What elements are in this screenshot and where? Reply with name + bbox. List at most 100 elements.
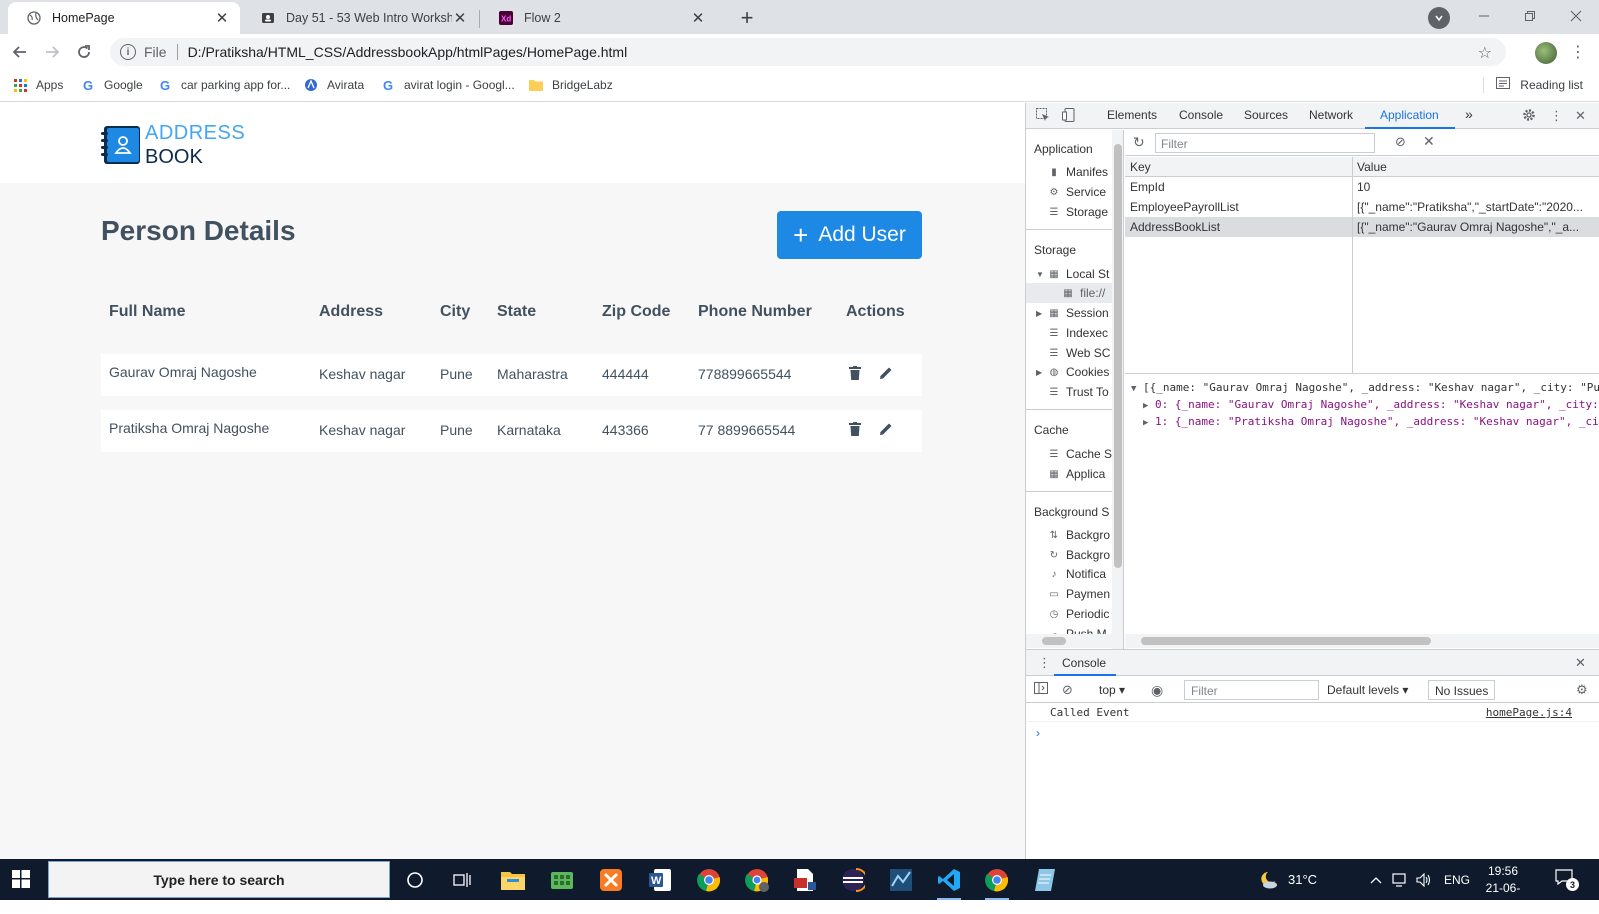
inspect-element-icon[interactable] — [1036, 108, 1050, 122]
action-center-icon[interactable]: 3 — [1555, 869, 1579, 891]
tab-homepage[interactable]: HomePage ✕ — [8, 2, 240, 34]
expanded-caret-icon[interactable]: ▼ — [1131, 384, 1136, 394]
windows-start-icon[interactable] — [12, 870, 30, 888]
notepad-icon[interactable] — [1030, 865, 1060, 895]
address-bar[interactable]: i File D:/Pratiksha/HTML_CSS/Addressbook… — [110, 38, 1506, 66]
device-toolbar-icon[interactable] — [1062, 108, 1076, 122]
log-levels-dropdown[interactable]: Default levels ▾ — [1327, 683, 1408, 697]
tab-web-intro-workshop[interactable]: Day 51 - 53 Web Intro Workshop ✕ — [242, 2, 478, 34]
expanded-caret-icon[interactable]: ▼ — [1036, 270, 1044, 279]
url-text[interactable]: D:/Pratiksha/HTML_CSS/AddressbookApp/htm… — [188, 44, 628, 60]
reload-icon[interactable] — [70, 38, 98, 66]
new-tab-button[interactable]: + — [733, 4, 761, 32]
preview-item[interactable]: ▶ 1: {_name: "Pratiksha Omraj Nagoshe", … — [1131, 414, 1599, 431]
console-settings-gear-icon[interactable]: ⚙ — [1576, 682, 1588, 698]
delete-icon[interactable] — [846, 364, 864, 382]
sidebar-item-periodic-sync[interactable]: ◷ Periodic — [1048, 607, 1110, 621]
sidebar-item-cookies[interactable]: ▶ ◍ Cookies — [1036, 365, 1109, 379]
storage-filter-input[interactable]: Filter — [1155, 133, 1375, 153]
devtools-tab-elements[interactable]: Elements — [1107, 108, 1157, 122]
chrome-icon[interactable] — [694, 865, 724, 895]
bookmark-car-parking[interactable]: G car parking app for... — [157, 77, 290, 93]
sidebar-item-trust-tokens[interactable]: ☰ Trust To — [1048, 385, 1109, 399]
log-source-link[interactable]: homePage.js:4 — [1486, 706, 1572, 719]
close-drawer-icon[interactable]: ✕ — [1575, 655, 1586, 671]
bookmark-apps[interactable]: Apps — [12, 77, 63, 93]
bookmark-google[interactable]: G Google — [80, 77, 143, 93]
show-hidden-icons-icon[interactable] — [1370, 876, 1382, 884]
sidebar-item-session-storage[interactable]: ▶ ▦ Session — [1036, 306, 1109, 320]
clear-all-icon[interactable]: ⊘ — [1395, 134, 1406, 150]
sidebar-item-manifest[interactable]: ▮ Manifes — [1048, 165, 1108, 179]
storage-row[interactable]: EmpId 10 — [1125, 177, 1599, 197]
sidebar-item-web-sql[interactable]: ☰ Web SC — [1048, 346, 1111, 360]
devtools-tab-sources[interactable]: Sources — [1244, 108, 1288, 122]
file-explorer-icon[interactable] — [498, 865, 528, 895]
bookmark-bridgelabz[interactable]: BridgeLabz — [528, 77, 613, 93]
weather-widget[interactable]: 31°C — [1258, 859, 1317, 900]
sidebar-item-local-storage[interactable]: ▼ ▦ Local St — [1036, 267, 1109, 281]
sidebar-item-cache-storage[interactable]: ☰ Cache S — [1048, 447, 1113, 461]
site-info-icon[interactable]: i — [120, 44, 136, 60]
preview-root[interactable]: ▼ [{_name: "Gaurav Omraj Nagoshe", _addr… — [1131, 380, 1599, 397]
restore-icon[interactable] — [1507, 0, 1553, 32]
console-prompt[interactable]: › — [1036, 726, 1040, 740]
close-tab-icon[interactable]: ✕ — [690, 10, 706, 27]
sidebar-item-background-sync[interactable]: ↻ Backgro — [1048, 548, 1110, 562]
bookmark-avirat-login[interactable]: G avirat login - Googl... — [380, 77, 515, 93]
reading-list-button[interactable]: Reading list — [1483, 77, 1583, 93]
file-icon[interactable] — [790, 865, 820, 895]
sidebar-item-storage-overview[interactable]: ☰ Storage — [1048, 205, 1109, 219]
sidebar-hscroll-thumb[interactable] — [1042, 637, 1066, 645]
storage-row[interactable]: EmployeePayrollList [{"_name":"Pratiksha… — [1125, 197, 1599, 217]
devtools-menu-icon[interactable]: ⋮ — [1550, 108, 1563, 124]
chrome-active-icon[interactable] — [982, 865, 1012, 900]
close-tab-icon[interactable]: ✕ — [214, 10, 230, 27]
profile-avatar[interactable] — [1535, 42, 1557, 64]
sidebar-item-payment-handler[interactable]: ▭ Paymen — [1048, 587, 1110, 601]
edit-pencil-icon[interactable] — [877, 420, 895, 438]
drawer-menu-icon[interactable]: ⋮ — [1038, 655, 1051, 671]
drawer-tab-console[interactable]: Console — [1062, 656, 1106, 670]
minimize-icon[interactable] — [1461, 0, 1507, 32]
back-arrow-icon[interactable] — [6, 38, 34, 66]
task-view-icon[interactable] — [447, 865, 477, 895]
sidebar-item-notifications[interactable]: ♪ Notifica — [1048, 567, 1107, 581]
devtools-tab-application[interactable]: Application — [1380, 108, 1439, 122]
collapsed-caret-icon[interactable]: ▶ — [1143, 418, 1148, 428]
browser-menu-icon[interactable]: ⋮ — [1570, 42, 1586, 62]
column-resizer[interactable] — [1352, 157, 1353, 373]
close-devtools-icon[interactable]: ✕ — [1575, 108, 1586, 124]
collapsed-caret-icon[interactable]: ▶ — [1143, 401, 1148, 411]
sidebar-toggle-icon[interactable] — [1034, 682, 1048, 694]
input-language[interactable]: ENG — [1444, 873, 1470, 887]
bookmark-star-icon[interactable]: ☆ — [1478, 43, 1492, 63]
collapsed-caret-icon[interactable]: ▶ — [1036, 309, 1042, 318]
word-icon[interactable]: W — [645, 865, 675, 895]
green-app-icon[interactable] — [547, 865, 577, 895]
forward-arrow-icon[interactable] — [38, 38, 66, 66]
sidebar-item-service-workers[interactable]: ⚙ Service — [1048, 185, 1107, 199]
devtools-tab-network[interactable]: Network — [1309, 108, 1353, 122]
live-expression-eye-icon[interactable]: ◉ — [1151, 682, 1163, 699]
devtools-settings-gear-icon[interactable] — [1522, 108, 1536, 122]
eclipse-icon[interactable] — [838, 865, 868, 895]
console-filter-input[interactable]: Filter — [1184, 680, 1319, 700]
sidebar-scroll-thumb[interactable] — [1114, 144, 1122, 568]
delete-selected-icon[interactable]: ✕ — [1423, 133, 1435, 150]
edit-pencil-icon[interactable] — [877, 364, 895, 382]
collapsed-caret-icon[interactable]: ▶ — [1036, 368, 1042, 377]
chrome-profile-icon[interactable] — [742, 865, 772, 895]
xampp-icon[interactable] — [596, 865, 626, 895]
storage-hscroll-thumb[interactable] — [1141, 637, 1431, 645]
clear-console-icon[interactable]: ⊘ — [1062, 682, 1073, 698]
bookmark-avirata[interactable]: Avirata — [303, 77, 364, 93]
issues-button[interactable]: No Issues — [1428, 680, 1496, 700]
sidebar-item-background-fetch[interactable]: ⇅ Backgro — [1048, 528, 1110, 542]
devtools-tab-console[interactable]: Console — [1179, 108, 1223, 122]
cortana-icon[interactable] — [400, 865, 430, 895]
delete-icon[interactable] — [846, 420, 864, 438]
taskbar-search-box[interactable]: Type here to search — [48, 861, 390, 898]
sidebar-item-file-origin[interactable]: ▦ file:// — [1062, 286, 1105, 300]
preview-item[interactable]: ▶ 0: {_name: "Gaurav Omraj Nagoshe", _ad… — [1131, 397, 1599, 414]
